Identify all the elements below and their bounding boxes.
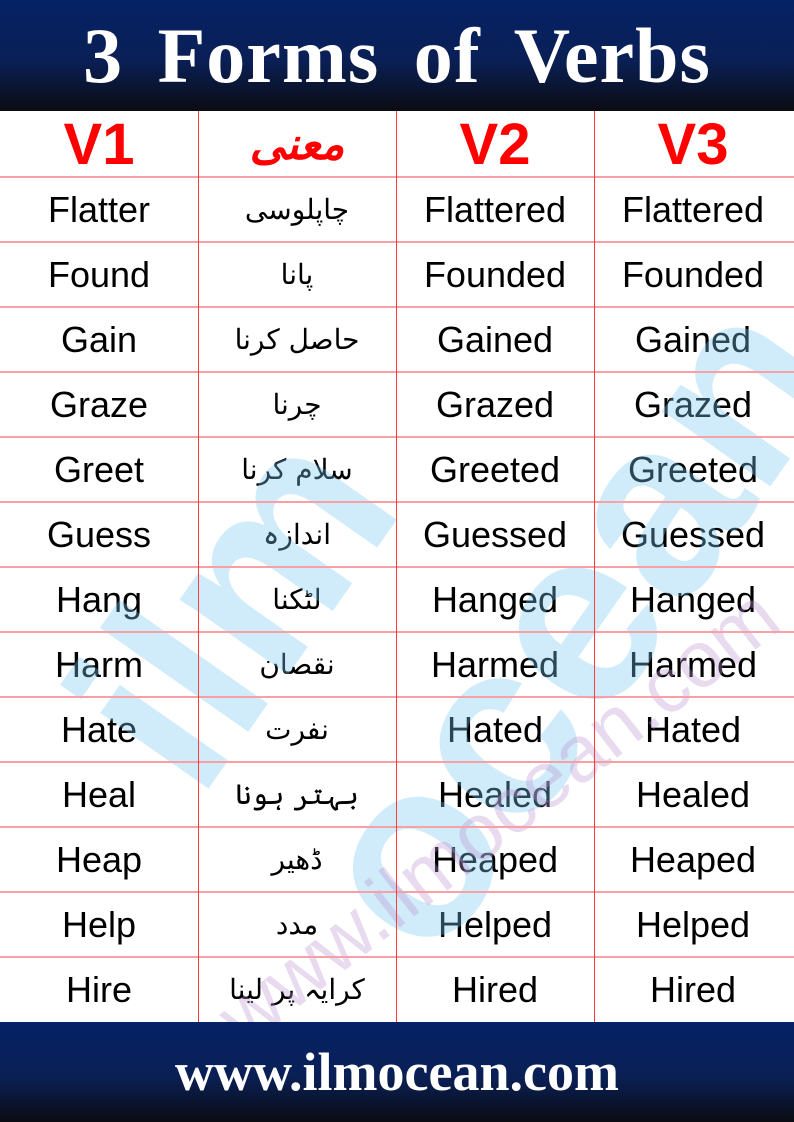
cell-meaning: چاپلوسی (244, 193, 350, 226)
column-header-v2: V2 (459, 111, 531, 177)
cell-v2: Heaped (431, 838, 559, 880)
cell-meaning: نفرت (265, 713, 329, 746)
cell-v3: Hired (649, 968, 737, 1010)
cell-meaning: بہتر ہونا (235, 778, 359, 811)
title-banner: 3 Forms of Verbs (0, 0, 794, 111)
cell-v2: Flattered (423, 188, 567, 230)
cell-v3: Harmed (628, 643, 758, 685)
cell-v1: Found (47, 253, 151, 295)
cell-meaning: سلام کرنا (241, 453, 353, 486)
table-row: Guess اندازہ Guessed Guessed (0, 502, 794, 567)
cell-v3: Gained (634, 318, 752, 360)
cell-v1: Hire (65, 968, 132, 1010)
cell-meaning: اندازہ (263, 518, 331, 551)
cell-v2: Hanged (431, 578, 559, 620)
grid-row-divider (0, 826, 794, 828)
cell-v3: Helped (635, 903, 751, 945)
grid-row-divider (0, 501, 794, 503)
cell-v2: Guessed (422, 513, 568, 555)
cell-meaning: نقصان (259, 648, 335, 681)
grid-row-divider (0, 566, 794, 568)
page-title: 3 Forms of Verbs (83, 11, 711, 99)
cell-v1: Heap (55, 838, 143, 880)
cell-meaning: کرایہ پر لینا (229, 973, 365, 1006)
footer-banner: www.ilmocean.com (0, 1022, 794, 1122)
table-row: Harm نقصان Harmed Harmed (0, 632, 794, 697)
cell-v1: Graze (49, 383, 149, 425)
cell-v2: Grazed (435, 383, 555, 425)
cell-v2: Harmed (430, 643, 560, 685)
cell-v1: Harm (55, 643, 143, 685)
cell-v1: Help (61, 903, 137, 945)
grid-column-divider (198, 111, 199, 1022)
grid-row-divider (0, 176, 794, 178)
cell-v2: Founded (423, 253, 567, 295)
cell-v3: Healed (635, 773, 751, 815)
table-row: Help مدد Helped Helped (0, 892, 794, 957)
cell-v1: Guess (46, 513, 152, 555)
table-row: Gain حاصل کرنا Gained Gained (0, 307, 794, 372)
table-row: Found پانا Founded Founded (0, 242, 794, 307)
grid-row-divider (0, 891, 794, 893)
table-row: Hire کرایہ پر لینا Hired Hired (0, 957, 794, 1022)
column-header-v1: V1 (63, 111, 135, 177)
column-header-meaning: معنی (249, 118, 345, 170)
cell-v2: Hired (451, 968, 539, 1010)
cell-meaning: ڈھیر (271, 843, 323, 876)
footer-website: www.ilmocean.com (175, 1042, 619, 1102)
grid-row-divider (0, 306, 794, 308)
cell-meaning: پانا (280, 258, 314, 291)
grid-row-divider (0, 631, 794, 633)
table-row: Hang لٹکنا Hanged Hanged (0, 567, 794, 632)
cell-v1: Flatter (47, 188, 151, 230)
cell-meaning: چرنا (272, 388, 322, 421)
cell-v3: Flattered (621, 188, 765, 230)
cell-v2: Hated (446, 708, 544, 750)
grid-row-divider (0, 436, 794, 438)
cell-v2: Greeted (429, 448, 561, 490)
cell-meaning: لٹکنا (272, 583, 322, 616)
table-row: Graze چرنا Grazed Grazed (0, 372, 794, 437)
table-row: Heal بہتر ہونا Healed Healed (0, 762, 794, 827)
grid-row-divider (0, 761, 794, 763)
cell-v3: Guessed (620, 513, 766, 555)
grid-column-divider (594, 111, 595, 1022)
column-header-v3: V3 (657, 111, 729, 177)
cell-v3: Hanged (629, 578, 757, 620)
cell-v2: Helped (437, 903, 553, 945)
grid-column-divider (396, 111, 397, 1022)
table-row: Greet سلام کرنا Greeted Greeted (0, 437, 794, 502)
verb-table: V1 معنی V2 V3 Flatter چاپلوسی Flattered Fla… (0, 111, 794, 1062)
cell-v3: Hated (644, 708, 742, 750)
cell-v3: Founded (621, 253, 765, 295)
table-row: Heap ڈھیر Heaped Heaped (0, 827, 794, 892)
cell-v1: Gain (60, 318, 138, 360)
cell-meaning: مدد (275, 908, 319, 941)
cell-v3: Heaped (629, 838, 757, 880)
table-row: Hate نفرت Hated Hated (0, 697, 794, 762)
cell-v3: Grazed (633, 383, 753, 425)
cell-v2: Healed (437, 773, 553, 815)
table-header-row: V1 معنی V2 V3 (0, 111, 794, 177)
table-row: Flatter چاپلوسی Flattered Flattered (0, 177, 794, 242)
cell-v3: Greeted (627, 448, 759, 490)
cell-v1: Heal (61, 773, 137, 815)
grid-row-divider (0, 956, 794, 958)
cell-v1: Greet (53, 448, 145, 490)
grid-row-divider (0, 371, 794, 373)
grid-row-divider (0, 696, 794, 698)
cell-meaning: حاصل کرنا (234, 323, 360, 356)
grid-row-divider (0, 241, 794, 243)
cell-v1: Hate (60, 708, 138, 750)
cell-v1: Hang (55, 578, 143, 620)
cell-v2: Gained (436, 318, 554, 360)
